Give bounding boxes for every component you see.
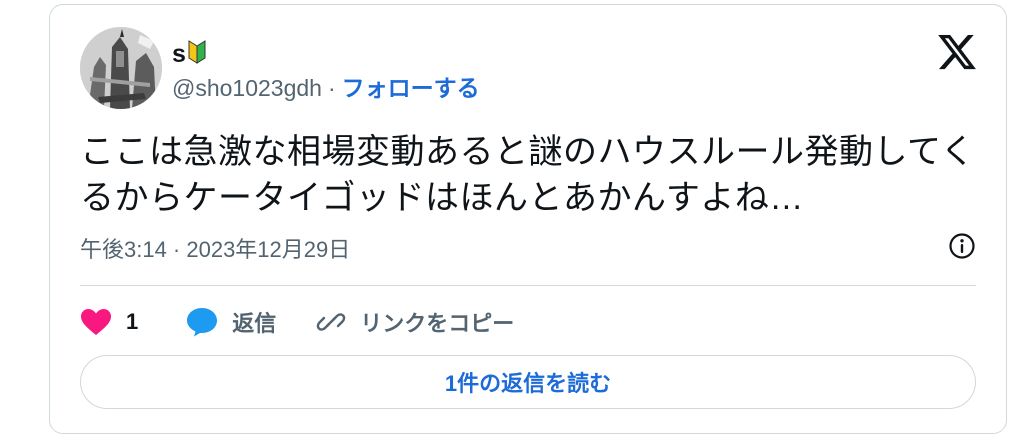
beginner-mark-icon: [188, 39, 206, 69]
tweet-timestamp[interactable]: 午後3:14 · 2023年12月29日: [80, 232, 350, 264]
like-count: 1: [126, 309, 139, 334]
read-replies-button[interactable]: 1件の返信を読む: [80, 355, 976, 409]
info-icon[interactable]: [948, 232, 976, 265]
x-logo-icon[interactable]: [936, 31, 978, 73]
speech-bubble-icon: [187, 308, 218, 337]
tweet-header: s @sho1023gdh · フォローする: [80, 27, 978, 111]
handle-row: @sho1023gdh · フォローする: [172, 71, 480, 105]
like-button[interactable]: 1: [80, 308, 138, 336]
heart-icon: [81, 309, 111, 335]
user-info: s @sho1023gdh · フォローする: [172, 39, 480, 105]
follow-button[interactable]: フォローする: [342, 71, 480, 105]
avatar[interactable]: [80, 27, 162, 109]
reply-label: 返信: [232, 311, 277, 336]
tweet-actions: 1 返信 リンクをコピー: [80, 301, 514, 343]
separator-dot: ·: [327, 75, 336, 101]
embedded-tweet-card: s @sho1023gdh · フォローする ここは急激な相場変動あると謎のハウ…: [49, 4, 1007, 434]
avatar-image: [80, 27, 162, 109]
link-icon: [317, 313, 346, 331]
tweet-text: ここは急激な相場変動あると謎のハウスルール発動してくるからケータイゴッドはほんと…: [80, 133, 975, 217]
copy-link-label: リンクをコピー: [360, 311, 515, 336]
divider: [80, 285, 976, 286]
reply-button[interactable]: 返信: [186, 306, 276, 338]
name-row: s: [172, 39, 480, 69]
user-handle[interactable]: @sho1023gdh: [172, 71, 322, 105]
tweet-meta: 午後3:14 · 2023年12月29日: [80, 231, 976, 265]
display-name[interactable]: s: [172, 39, 186, 69]
copy-link-button[interactable]: リンクをコピー: [316, 306, 514, 338]
